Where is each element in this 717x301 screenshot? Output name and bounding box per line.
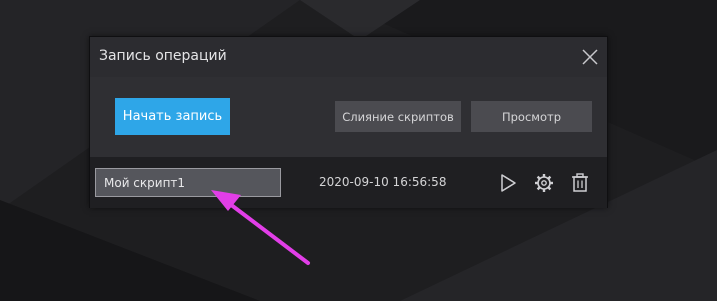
settings-button[interactable] xyxy=(532,171,556,195)
merge-scripts-button[interactable]: Слияние скриптов xyxy=(335,101,461,132)
close-icon xyxy=(582,49,598,65)
operation-recording-dialog: Запись операций Начать запись Слияние ск… xyxy=(89,36,608,208)
view-button[interactable]: Просмотр xyxy=(471,101,592,132)
play-icon xyxy=(501,174,516,192)
start-recording-button[interactable]: Начать запись xyxy=(115,98,230,135)
play-button[interactable] xyxy=(496,171,520,195)
script-timestamp: 2020-09-10 16:56:58 xyxy=(319,175,447,189)
dialog-toolbar: Начать запись Слияние скриптов Просмотр xyxy=(90,77,607,157)
script-row: 2020-09-10 16:56:58 xyxy=(90,157,607,208)
trash-icon xyxy=(572,173,588,192)
delete-button[interactable] xyxy=(568,171,592,195)
dialog-title: Запись операций xyxy=(99,48,227,64)
dialog-title-bar: Запись операций xyxy=(90,37,607,77)
script-name-input[interactable] xyxy=(95,168,281,197)
gear-icon xyxy=(535,174,553,192)
close-button[interactable] xyxy=(578,45,602,69)
